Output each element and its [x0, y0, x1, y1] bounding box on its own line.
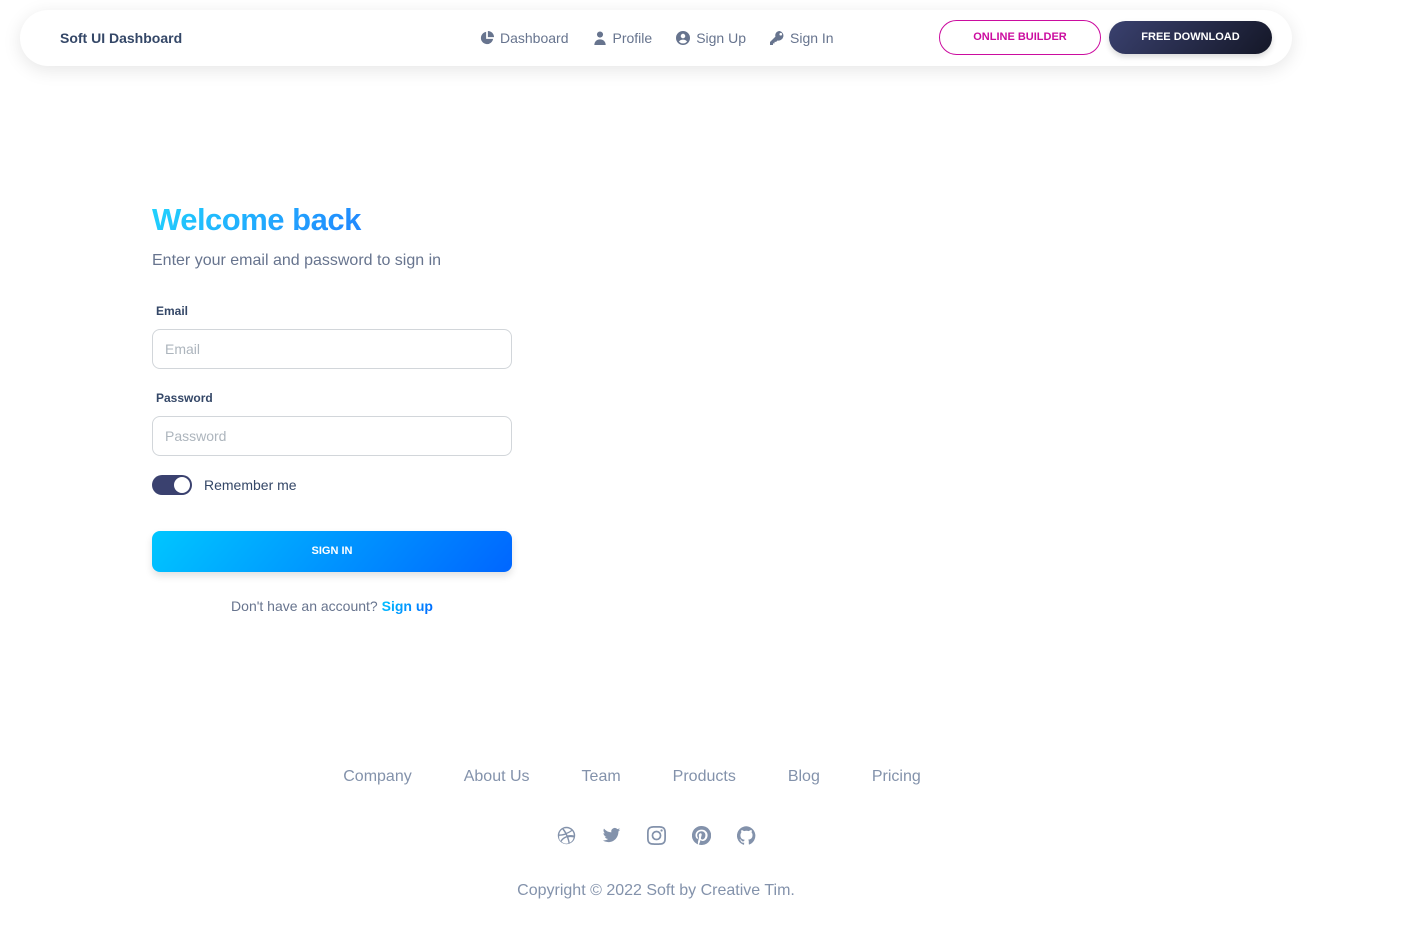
key-icon — [770, 31, 784, 45]
footer-link-team[interactable]: Team — [582, 768, 621, 786]
copyright-text: Copyright © 2022 Soft by Creative Tim. — [517, 882, 795, 899]
footer-link-company[interactable]: Company — [343, 768, 411, 786]
nav-link-label: Sign In — [790, 30, 834, 46]
no-account-text: Don't have an account? — [231, 598, 378, 614]
user-circle-icon — [676, 31, 691, 45]
nav-links: Dashboard Profile Sign Up Sign In — [480, 10, 834, 66]
chart-pie-icon — [480, 31, 494, 45]
footer-links: Company About Us Team Products Blog Pric… — [319, 768, 945, 786]
nav-link-label: Dashboard — [500, 30, 569, 46]
remember-me-label[interactable]: Remember me — [204, 477, 297, 493]
footer-link-about-us[interactable]: About Us — [464, 768, 530, 786]
signup-prompt: Don't have an account? Sign up — [152, 598, 512, 614]
online-builder-button[interactable]: ONLINE BUILDER — [939, 20, 1101, 55]
email-input[interactable] — [152, 329, 512, 369]
nav-link-sign-up[interactable]: Sign Up — [676, 30, 746, 46]
top-navbar: Soft UI Dashboard Dashboard Profile Sign… — [20, 10, 1292, 66]
email-label: Email — [156, 304, 189, 318]
sign-in-form: Welcome back Enter your email and passwo… — [152, 200, 512, 614]
toggle-knob — [174, 477, 190, 493]
nav-link-profile[interactable]: Profile — [593, 30, 653, 46]
github-icon[interactable] — [736, 826, 756, 845]
page-title: Welcome back — [152, 200, 512, 240]
nav-link-sign-in[interactable]: Sign In — [770, 30, 834, 46]
footer-link-products[interactable]: Products — [673, 768, 736, 786]
page-subtitle: Enter your email and password to sign in — [152, 252, 442, 269]
sign-in-button[interactable]: SIGN IN — [152, 531, 512, 572]
password-input[interactable] — [152, 416, 512, 456]
nav-link-dashboard[interactable]: Dashboard — [480, 30, 569, 46]
instagram-icon[interactable] — [646, 826, 666, 845]
free-download-button[interactable]: FREE DOWNLOAD — [1109, 21, 1272, 54]
twitter-icon[interactable] — [602, 826, 621, 845]
brand-logo[interactable]: Soft UI Dashboard — [60, 10, 182, 66]
footer-link-pricing[interactable]: Pricing — [872, 768, 921, 786]
user-icon — [593, 31, 606, 45]
footer-link-blog[interactable]: Blog — [788, 768, 820, 786]
remember-me-row: Remember me — [152, 475, 512, 495]
nav-link-label: Profile — [612, 30, 653, 46]
pinterest-icon[interactable] — [691, 825, 711, 845]
social-links — [0, 825, 1312, 845]
password-label: Password — [156, 391, 213, 405]
remember-me-toggle[interactable] — [152, 475, 192, 495]
nav-link-label: Sign Up — [696, 30, 746, 46]
sign-up-link[interactable]: Sign up — [382, 598, 433, 614]
dribbble-icon[interactable] — [557, 826, 576, 845]
